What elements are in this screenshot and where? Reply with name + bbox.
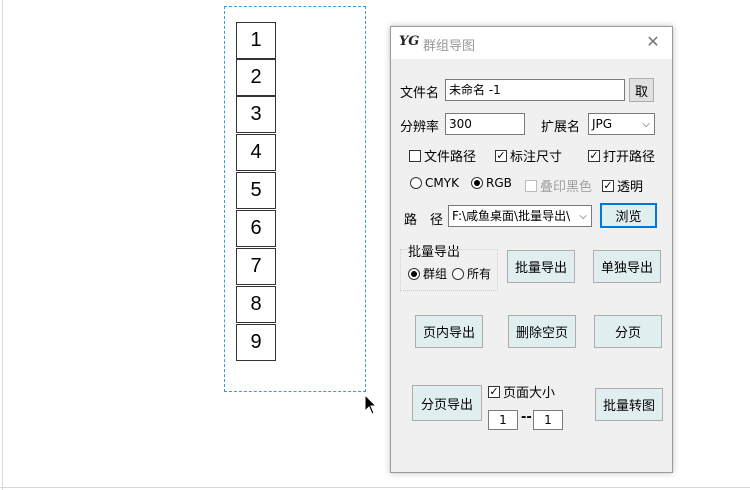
overprint-black-checkbox[interactable]: 叠印黑色 [525,176,592,195]
number-label: 1 [250,29,262,51]
filename-label: 文件名 [400,86,440,101]
page-export-button[interactable]: 分页导出 [412,385,482,421]
number-box[interactable]: 8 [236,286,276,323]
chevron-down-icon: ⌵ [642,119,650,130]
radio-label: RGB [486,176,512,190]
range-separator: -- [521,410,532,425]
dialog-title: 群组导图 [423,39,476,54]
rgb-radio[interactable]: RGB [471,176,512,190]
path-select[interactable]: F:\咸鱼桌面\批量导出\ ⌵ [448,205,592,227]
number-label: 8 [250,293,262,315]
number-box[interactable]: 4 [236,134,276,171]
number-label: 6 [250,217,262,239]
filename-field[interactable]: 未命名 -1 [445,79,625,101]
canvas-border-bottom [0,487,750,488]
number-box[interactable]: 2 [236,59,276,96]
group-export-dialog: YG 群组导图 ✕ 文件名 未命名 -1 取 分辨率 300 扩展名 JPG ⌵… [390,26,673,473]
radio-label: 群组 [423,267,448,281]
range-from-input[interactable]: 1 [488,410,518,430]
chevron-down-icon: ⌵ [579,211,587,222]
radio-label: 所有 [467,267,492,281]
check-icon: ✓ [488,385,500,398]
checkbox-box [409,149,421,162]
canvas-border-left [2,0,3,490]
delete-blank-pages-button[interactable]: 删除空页 [508,315,576,348]
checkbox-label: 文件路径 [424,150,477,165]
range-to-input[interactable]: 1 [533,410,563,430]
in-page-export-button[interactable]: 页内导出 [415,315,483,348]
number-box[interactable]: 9 [236,324,276,361]
radio-circle [410,177,422,189]
path-value: F:\咸鱼桌面\批量导出\ [452,209,571,223]
page-size-checkbox[interactable]: ✓ 页面大小 [488,382,555,401]
number-box[interactable]: 6 [236,210,276,247]
number-label: 5 [250,179,262,201]
number-box[interactable]: 5 [236,172,276,209]
extension-value: JPG [592,117,613,131]
resolution-label: 分辨率 [400,120,440,135]
radio-selected-icon [408,267,420,280]
path-label: 路 径 [404,213,444,228]
radio-label: CMYK [425,176,459,190]
browse-button[interactable]: 浏览 [600,203,657,228]
close-icon[interactable]: ✕ [644,32,662,52]
check-icon: ✓ [602,179,614,192]
number-label: 4 [250,141,262,163]
mouse-cursor-icon [364,394,378,415]
check-icon: ✓ [495,149,507,162]
checkbox-label: 页面大小 [503,386,556,401]
mark-size-checkbox[interactable]: ✓ 标注尺寸 [495,146,562,165]
checkbox-label: 叠印黑色 [540,180,593,195]
file-path-checkbox[interactable]: 文件路径 [409,146,476,165]
number-label: 2 [250,66,262,88]
paginate-button[interactable]: 分页 [594,315,662,348]
title-bar[interactable]: YG 群组导图 ✕ [391,27,672,59]
open-path-checkbox[interactable]: ✓ 打开路径 [588,146,655,165]
single-export-button[interactable]: 单独导出 [593,250,661,283]
extension-select[interactable]: JPG ⌵ [588,113,655,135]
all-radio[interactable]: 所有 [452,265,491,282]
extension-label: 扩展名 [541,120,581,135]
number-label: 9 [250,331,262,353]
number-box[interactable]: 1 [236,22,276,59]
number-label: 3 [250,103,262,125]
number-box[interactable]: 3 [236,96,276,133]
group-radio[interactable]: 群组 [408,265,447,282]
checkbox-label: 标注尺寸 [510,150,563,165]
number-label: 7 [250,255,262,277]
checkbox-label: 透明 [617,180,644,195]
number-box[interactable]: 7 [236,248,276,285]
checkbox-label: 打开路径 [603,150,656,165]
batch-export-button[interactable]: 批量导出 [507,250,575,283]
fetch-name-button[interactable]: 取 [629,78,654,102]
radio-selected-icon [471,177,483,189]
checkbox-box [525,179,537,192]
transparent-checkbox[interactable]: ✓ 透明 [602,176,643,195]
batch-convert-button[interactable]: 批量转图 [595,388,663,421]
app-logo: YG [399,34,420,49]
check-icon: ✓ [588,149,600,162]
cmyk-radio[interactable]: CMYK [410,176,459,190]
resolution-field[interactable]: 300 [445,113,525,135]
radio-circle [452,267,464,280]
